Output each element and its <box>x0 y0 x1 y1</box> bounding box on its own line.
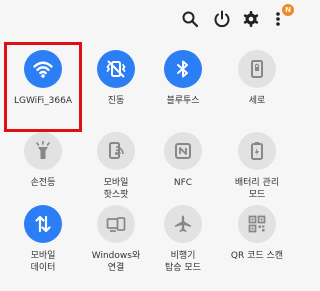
qr-code-icon <box>238 205 276 243</box>
tile-label: 배터리 관리 모드 <box>234 178 280 200</box>
tile-label: 모바일 핫스팟 <box>103 178 129 200</box>
tile-label: 블루투스 <box>166 96 200 106</box>
tile-label: NFC <box>173 178 193 188</box>
power-icon[interactable] <box>212 9 232 29</box>
tile-label: 모바일 데이터 <box>30 251 56 273</box>
tile-label: 비행기 탑승 모드 <box>165 251 201 273</box>
notification-badge: N <box>282 4 294 16</box>
tile-label: QR 코드 스캔 <box>230 251 284 261</box>
tile-airplane-mode[interactable]: 비행기 탑승 모드 <box>143 205 223 291</box>
link-to-windows-icon <box>97 205 135 243</box>
tile-portrait[interactable]: 세로 <box>217 50 297 136</box>
vibrate-icon <box>97 50 135 88</box>
airplane-icon <box>164 205 202 243</box>
more-options-icon[interactable]: N <box>268 4 294 29</box>
bluetooth-icon <box>164 50 202 88</box>
search-icon[interactable] <box>180 9 200 29</box>
portrait-lock-icon <box>238 50 276 88</box>
hotspot-icon <box>97 132 135 170</box>
tile-label: 세로 <box>248 96 266 106</box>
tile-mobile-data[interactable]: 모바일 데이터 <box>3 205 83 291</box>
battery-saver-icon <box>238 132 276 170</box>
nfc-icon <box>164 132 202 170</box>
flashlight-icon <box>24 132 62 170</box>
quick-panel-header: N <box>0 0 300 38</box>
tile-label: 손전등 <box>30 178 56 188</box>
highlight-box <box>4 42 82 132</box>
settings-icon[interactable] <box>241 9 261 29</box>
tile-label: 진동 <box>107 96 125 106</box>
tile-qr-scan[interactable]: QR 코드 스캔 <box>217 205 297 291</box>
tile-bluetooth[interactable]: 블루투스 <box>143 50 223 136</box>
tile-label: Windows와 연결 <box>91 251 141 273</box>
mobile-data-icon <box>24 205 62 243</box>
